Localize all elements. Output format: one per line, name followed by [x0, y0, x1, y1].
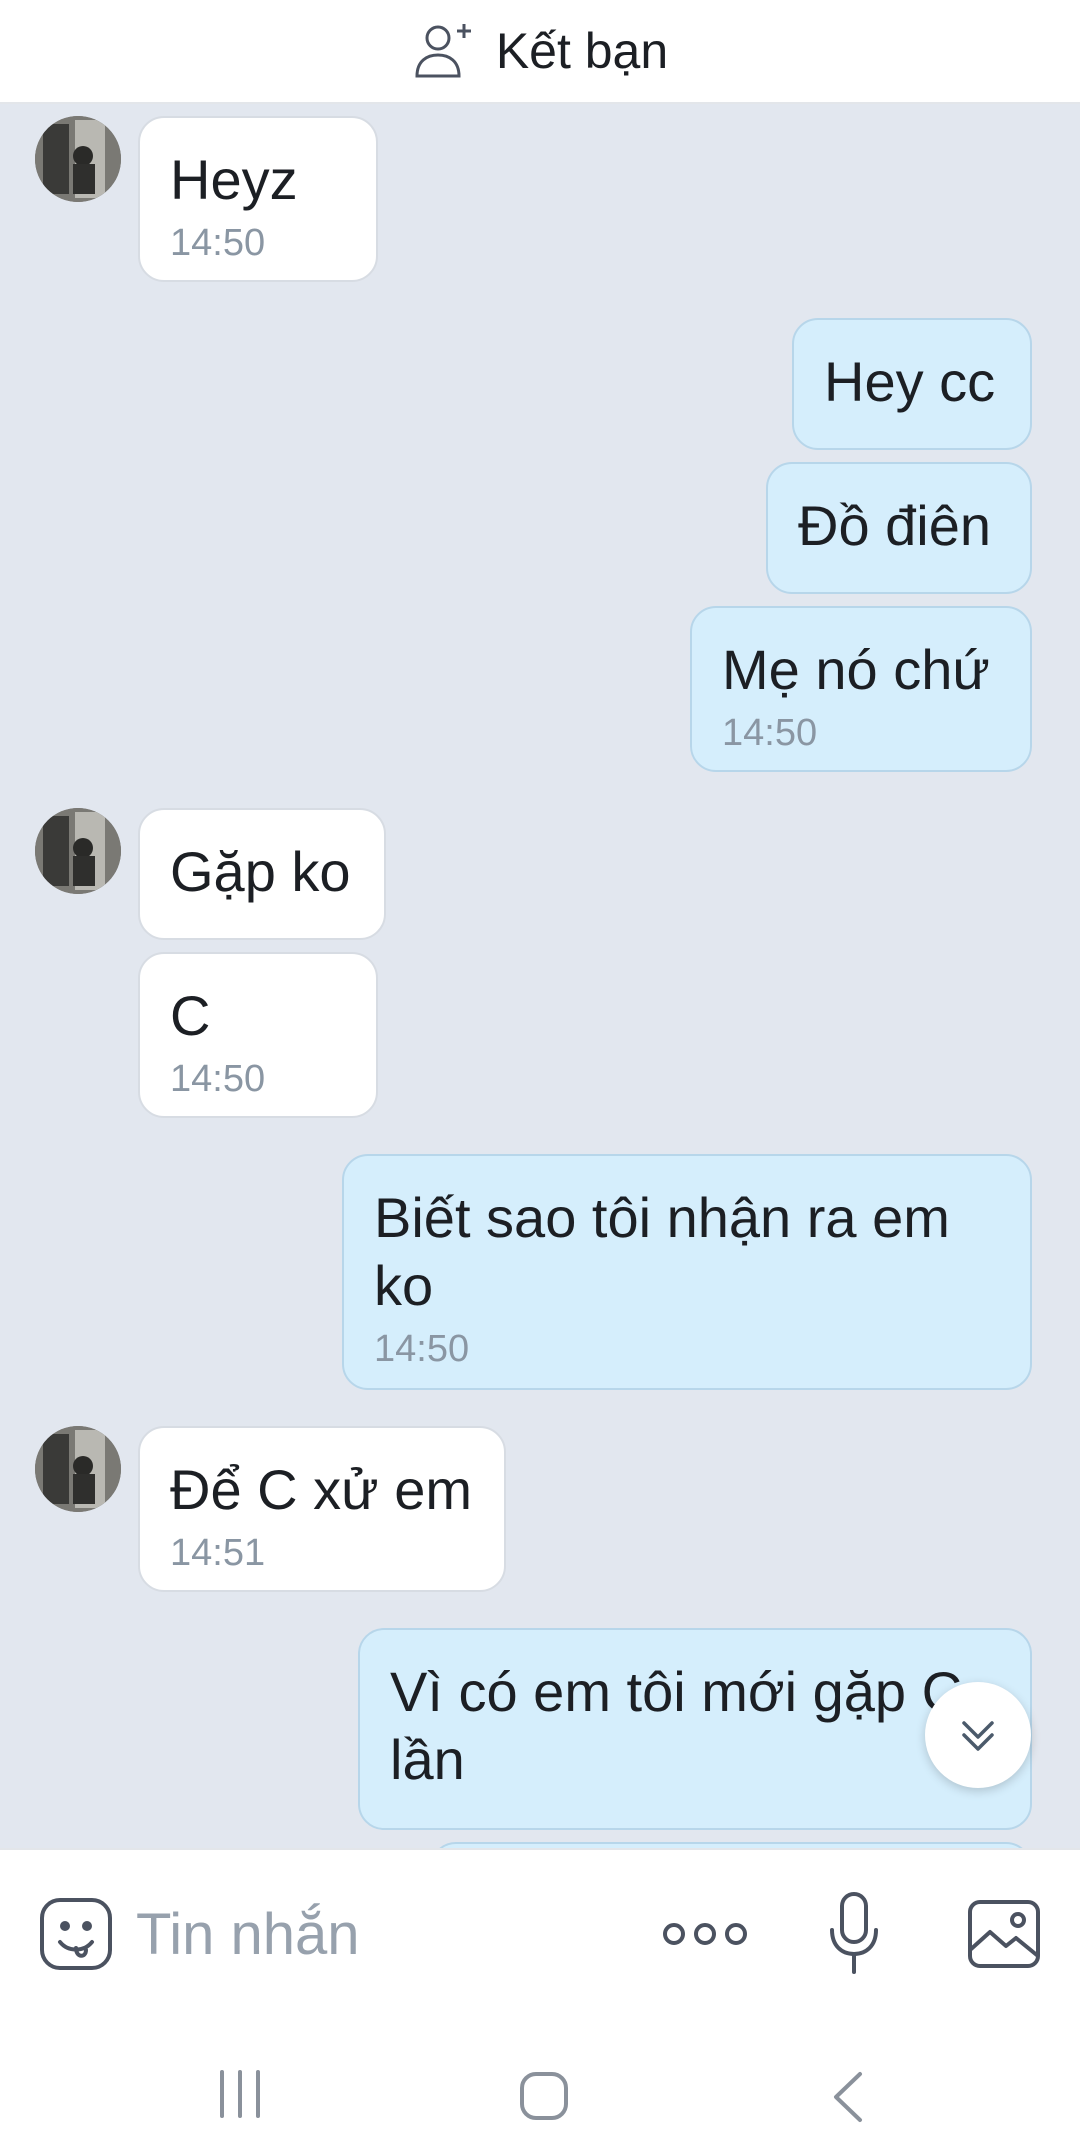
message-text: Vì có em tôi mới gặp C lần — [390, 1660, 963, 1791]
message-time: 14:50 — [170, 222, 266, 264]
message-text: Hey cc — [824, 350, 996, 413]
message-time: 14:50 — [170, 1058, 266, 1100]
image-icon[interactable] — [966, 1898, 1042, 1970]
message-text: Gặp ko — [170, 840, 351, 903]
add-friend-label: Kết bạn — [495, 23, 669, 79]
message-bubble-incoming[interactable]: Gặp ko — [138, 808, 386, 940]
double-chevron-down-icon — [962, 1721, 994, 1751]
add-user-icon — [415, 24, 471, 78]
system-navigation-bar — [0, 2018, 1080, 2148]
message-text: Mẹ nó chứ — [722, 638, 990, 701]
message-input[interactable] — [136, 1890, 596, 1978]
scroll-to-bottom-button[interactable] — [925, 1682, 1031, 1788]
contact-avatar[interactable] — [35, 116, 121, 202]
message-time: 14:50 — [722, 712, 818, 754]
more-icon[interactable] — [660, 1910, 750, 1958]
message-bubble-incoming[interactable]: Heyz 14:50 — [138, 116, 378, 282]
message-text: Đồ điên — [798, 494, 992, 557]
message-bubble-outgoing[interactable]: Biết sao tôi nhận ra em ko 14:50 — [342, 1154, 1032, 1390]
chat-header: Kết bạn — [0, 0, 1080, 104]
message-time: 14:50 — [374, 1328, 470, 1370]
message-time: 14:51 — [170, 1532, 266, 1574]
message-composer — [0, 1848, 1080, 2018]
message-text: C — [170, 984, 211, 1047]
contact-avatar[interactable] — [35, 1426, 121, 1512]
add-friend-button[interactable]: Kết bạn — [412, 18, 668, 84]
message-list[interactable]: Heyz 14:50 Hey cc Đồ điên Mẹ nó chứ 14:5… — [0, 104, 1080, 1848]
microphone-icon[interactable] — [826, 1890, 882, 1978]
message-bubble-incoming[interactable]: Để C xử em 14:51 — [138, 1426, 506, 1592]
home-icon[interactable] — [516, 2068, 572, 2124]
message-text: Heyz — [170, 148, 298, 211]
message-bubble-incoming[interactable]: C 14:50 — [138, 952, 378, 1118]
message-text: Biết sao tôi nhận ra em ko — [374, 1186, 950, 1317]
contact-avatar[interactable] — [35, 808, 121, 894]
sticker-icon[interactable] — [36, 1894, 116, 1974]
message-bubble-outgoing[interactable]: Hey cc — [792, 318, 1032, 450]
message-bubble-outgoing[interactable]: Đồ điên — [766, 462, 1032, 594]
message-bubble-outgoing[interactable]: Mẹ nó chứ 14:50 — [690, 606, 1032, 772]
message-text: Để C xử em — [170, 1458, 472, 1521]
back-icon[interactable] — [826, 2068, 870, 2126]
recent-apps-icon[interactable] — [210, 2068, 270, 2120]
